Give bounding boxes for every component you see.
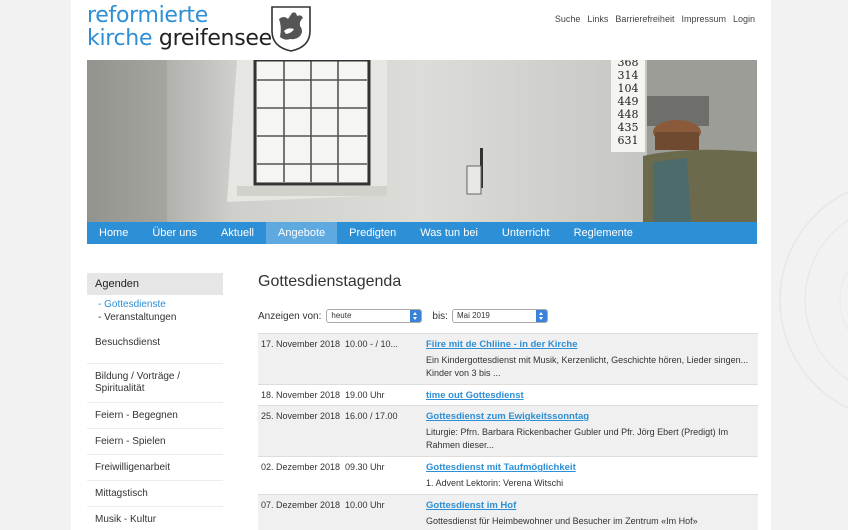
filter-to-label: bis: <box>432 310 448 322</box>
event-date: 25. November 2018 <box>261 411 341 421</box>
event-body: Gottesdienst mit Taufmöglichkeit 1. Adven… <box>426 462 756 490</box>
main-content: Gottesdienstagenda Anzeigen von: heute b… <box>258 273 758 530</box>
event-title-link[interactable]: time out Gottesdienst <box>426 390 756 401</box>
event-time: 10.00 Uhr <box>345 500 385 510</box>
logo-line2a: kirche <box>87 26 153 51</box>
sidebar-subitem-label: Veranstaltungen <box>104 312 177 323</box>
event-description: Gottesdienst für Heimbewohner und Besuch… <box>426 516 698 526</box>
filter-from-label: Anzeigen von: <box>258 310 322 322</box>
event-title-link[interactable]: Fiire mit de Chliine - in der Kirche <box>426 339 756 350</box>
sidebar-item-7[interactable]: Musik - Kultur <box>87 506 223 530</box>
filter-from-select[interactable]: heute <box>326 309 423 323</box>
top-navigation: Suche Links Barrierefreiheit Impressum Login <box>555 14 755 24</box>
event-body: Gottesdienst im Hof Gottesdienst für Heim… <box>426 500 756 528</box>
header: reformierte kirche greifensee Suche Links… <box>71 0 771 60</box>
event-row: 07. Dezember 2018 10.00 Uhr Gottesdienst i… <box>258 495 758 530</box>
mainnav-item-6[interactable]: Was tun bei <box>408 222 490 244</box>
event-description: Liturgie: Pfrn. Barbara Rickenbacher Gub… <box>426 427 729 450</box>
event-body: Gottesdienst zum Ewigkeitssonntag Liturgi… <box>426 411 756 452</box>
filter-to-select[interactable]: Mai 2019 <box>451 309 548 323</box>
event-list: 17. November 2018 10.00 - / 10... Fiire mi… <box>258 333 758 530</box>
topnav-link-suche[interactable]: Suche <box>555 14 581 24</box>
mainnav-item-3[interactable]: Aktuell <box>209 222 266 244</box>
sidebar-item-5[interactable]: Freiwilligenarbeit <box>87 454 223 480</box>
hymn-number: 448 <box>618 108 639 121</box>
event-date: 02. Dezember 2018 <box>261 462 341 472</box>
sidebar: Agenden - Gottesdienste - Veranstaltunge… <box>87 273 223 530</box>
mainnav-item-8[interactable]: Reglemente <box>562 222 645 244</box>
church-interior-photo: 368314104449448435631 <box>87 60 757 222</box>
date-filter: Anzeigen von: heute bis: Mai 2019 <box>258 309 758 323</box>
mainnav-item-1[interactable]: Home <box>87 222 140 244</box>
topnav-link-barrierefreiheit[interactable]: Barrierefreiheit <box>615 14 674 24</box>
hymn-number: 449 <box>618 95 639 108</box>
event-row: 18. November 2018 19.00 Uhr time out Gotte… <box>258 385 758 406</box>
event-date: 07. Dezember 2018 <box>261 500 341 510</box>
hymn-number-board: 368314104449448435631 <box>618 60 639 147</box>
hymn-number: 104 <box>618 82 639 95</box>
sidebar-item-1[interactable]: Besuchsdienst <box>87 337 223 363</box>
filter-from-value: heute <box>331 311 352 320</box>
event-title-link[interactable]: Gottesdienst mit Taufmöglichkeit <box>426 462 756 473</box>
mainnav-item-2[interactable]: Über uns <box>140 222 209 244</box>
event-row: 02. Dezember 2018 09.30 Uhr Gottesdienst m… <box>258 457 758 495</box>
event-time: 16.00 / 17.00 <box>345 411 398 421</box>
sidebar-item-2[interactable]: Bildung / Vorträge / Spiritualität <box>87 363 223 402</box>
hymn-number: 631 <box>618 134 639 147</box>
hymn-number: 368 <box>618 60 639 69</box>
select-arrows-icon <box>535 310 547 322</box>
filter-to-value: Mai 2019 <box>456 311 490 320</box>
sidebar-item-6[interactable]: Mittagstisch <box>87 480 223 506</box>
mainnav-item-5[interactable]: Predigten <box>337 222 408 244</box>
event-title-link[interactable]: Gottesdienst zum Ewigkeitssonntag <box>426 411 756 422</box>
sidebar-item-3[interactable]: Feiern - Begegnen <box>87 402 223 428</box>
hero-image: 368 314 104 449 448 435 631 <box>87 60 757 222</box>
event-row: 25. November 2018 16.00 / 17.00 Gottesdien… <box>258 406 758 457</box>
topnav-link-links[interactable]: Links <box>587 14 608 24</box>
hymn-number: 435 <box>618 121 639 134</box>
event-date: 18. November 2018 <box>261 390 341 400</box>
logo-line1: reformierte <box>87 3 208 28</box>
event-description: Ein Kindergottesdienst mit Musik, Kerzen… <box>426 355 749 378</box>
event-title-link[interactable]: Gottesdienst im Hof <box>426 500 756 511</box>
event-body: Fiire mit de Chliine - in der Kirche Ein … <box>426 339 756 380</box>
page-title: Gottesdienstagenda <box>258 273 402 290</box>
sidebar-item-agenden[interactable]: Agenden <box>87 273 223 295</box>
sidebar-subitem-gottesdienste[interactable]: - Gottesdienste <box>87 297 223 310</box>
sidebar-subitem-label: Gottesdienste <box>104 299 166 310</box>
event-time: 10.00 - / 10... <box>345 339 399 349</box>
sidebar-item-4[interactable]: Feiern - Spielen <box>87 428 223 454</box>
event-row: 17. November 2018 10.00 - / 10... Fiire mi… <box>258 334 758 385</box>
mainnav-item-4[interactable]: Angebote <box>266 222 338 244</box>
seal-watermark <box>779 190 848 410</box>
coat-of-arms-icon <box>271 6 311 52</box>
hymn-number: 314 <box>618 69 639 82</box>
select-arrows-icon <box>410 310 422 322</box>
topnav-link-impressum[interactable]: Impressum <box>681 14 726 24</box>
event-description: 1. Advent Lektorin: Verena Witschi <box>426 478 564 488</box>
mainnav-item-7[interactable]: Unterricht <box>490 222 562 244</box>
logo-line2b: greifensee <box>158 26 272 51</box>
event-time: 09.30 Uhr <box>345 462 385 472</box>
event-date: 17. November 2018 <box>261 339 341 349</box>
main-navigation: Home Über uns Aktuell Angebote Predigten Was … <box>87 222 757 244</box>
site-logo[interactable]: reformierte kirche greifensee <box>87 4 272 50</box>
event-body: time out Gottesdienst <box>426 390 756 401</box>
page: reformierte kirche greifensee Suche Links… <box>71 0 771 530</box>
event-time: 19.00 Uhr <box>345 390 385 400</box>
sidebar-subitem-veranstaltungen[interactable]: - Veranstaltungen <box>87 310 223 323</box>
topnav-link-login[interactable]: Login <box>733 14 755 24</box>
